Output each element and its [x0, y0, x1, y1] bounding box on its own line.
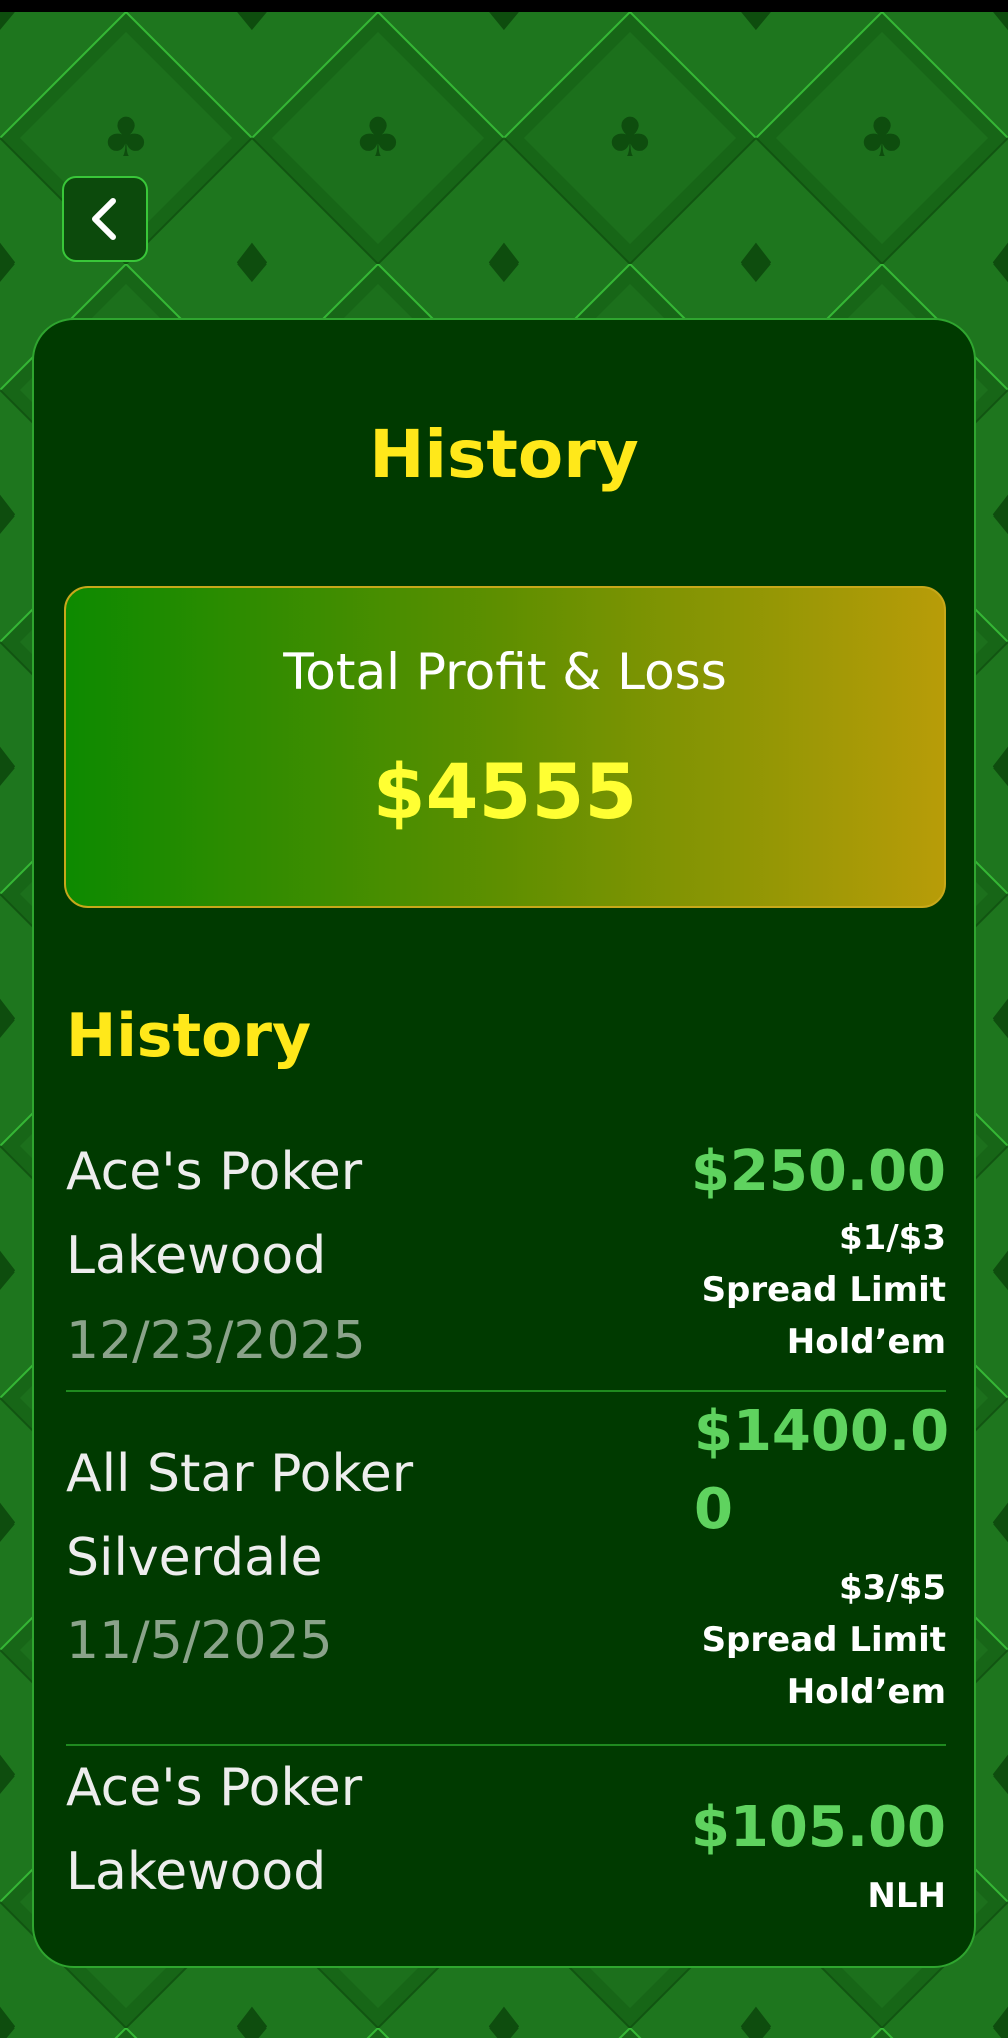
- venue-name-line2: Lakewood: [66, 1226, 327, 1286]
- session-game-line1: Spread Limit: [701, 1620, 946, 1660]
- venue-name-line2: Lakewood: [66, 1842, 327, 1902]
- venue-name-line2: Silverdale: [66, 1528, 323, 1588]
- session-game: NLH: [867, 1876, 946, 1916]
- session-amount: $105.00: [690, 1795, 946, 1860]
- session-amount-line1: $1400.0: [694, 1399, 950, 1464]
- history-card: History Total Profit & Loss $4555 Histor…: [32, 318, 976, 1968]
- venue-name-line1: Ace's Poker: [66, 1142, 363, 1202]
- session-stakes: $3/$5: [838, 1568, 946, 1608]
- session-date: 12/23/2025: [66, 1311, 366, 1371]
- session-game-line1: Spread Limit: [701, 1270, 946, 1310]
- total-profit-loss-value: $4555: [372, 747, 638, 836]
- venue-name-line1: Ace's Poker: [66, 1758, 363, 1818]
- session-amount-line2: 0: [694, 1477, 733, 1542]
- status-bar: [0, 0, 1008, 12]
- page-title: History: [369, 416, 639, 493]
- total-profit-loss-panel: Total Profit & Loss $4555: [64, 586, 946, 908]
- back-button[interactable]: [62, 176, 148, 262]
- total-profit-loss-label: Total Profit & Loss: [283, 643, 727, 701]
- session-amount: $250.00: [690, 1139, 946, 1204]
- session-game-line2: Hold’em: [786, 1672, 946, 1712]
- session-game-line2: Hold’em: [786, 1322, 946, 1362]
- chevron-left-icon: [92, 198, 116, 240]
- history-section-title: History: [66, 1001, 312, 1071]
- session-stakes: $1/$3: [838, 1218, 946, 1258]
- session-date: 11/5/2025: [66, 1611, 333, 1671]
- venue-name-line1: All Star Poker: [66, 1444, 414, 1504]
